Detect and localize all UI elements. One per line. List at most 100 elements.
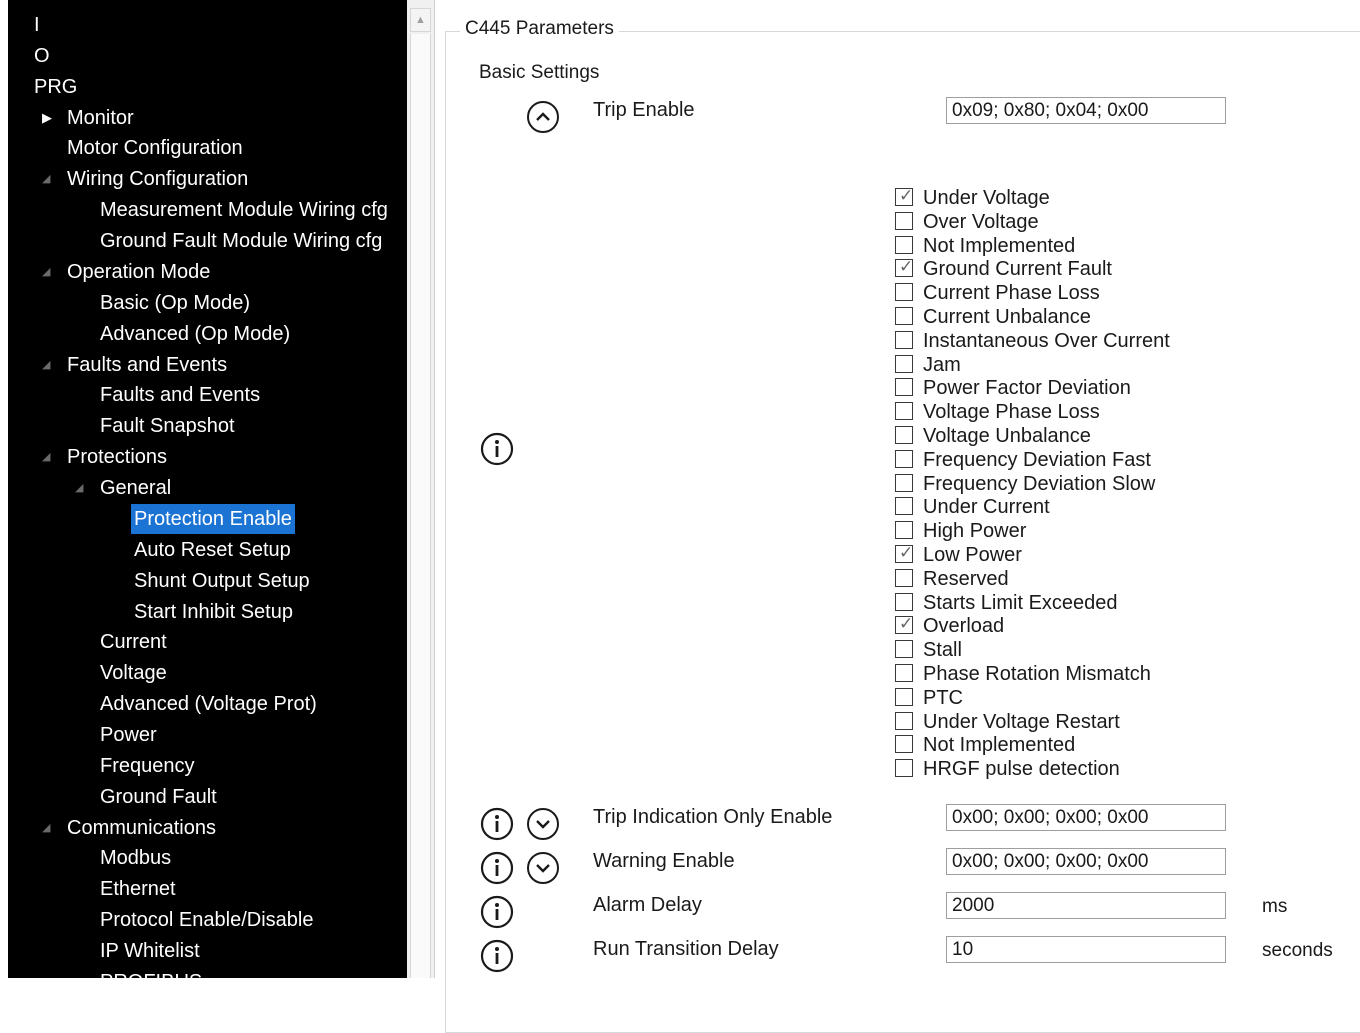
checkbox[interactable] <box>895 497 913 516</box>
tree-item-protections[interactable]: ◢ Protections <box>8 442 407 472</box>
tree-item-communications[interactable]: ◢ Communications <box>8 813 407 843</box>
trip-flag-checkbox-row[interactable]: Jam <box>893 353 1313 377</box>
checkbox[interactable] <box>895 330 913 349</box>
scrollbar-track[interactable] <box>410 34 431 978</box>
trip-flag-checkbox-row[interactable]: ✓ Overload <box>893 614 1313 638</box>
tree-item-modbus[interactable]: Modbus <box>8 843 407 873</box>
tree-item-prg[interactable]: PRG <box>8 72 407 102</box>
checkbox[interactable] <box>895 402 913 421</box>
checkbox[interactable] <box>895 283 913 302</box>
checkbox[interactable] <box>895 592 913 611</box>
tree-item-shunt-output-setup[interactable]: Shunt Output Setup <box>8 566 407 596</box>
checkbox[interactable] <box>895 378 913 397</box>
tree-item-operation-mode[interactable]: ◢ Operation Mode <box>8 257 407 287</box>
tree-item-measurement-module-wiring-cfg[interactable]: Measurement Module Wiring cfg <box>8 195 407 225</box>
tree-item-profibus[interactable]: PROFIBUS <box>8 967 407 978</box>
checkbox[interactable] <box>895 473 913 492</box>
collapse-arrow-icon[interactable]: ◢ <box>75 473 83 503</box>
info-circle-icon[interactable] <box>480 851 514 885</box>
trip-enable-field[interactable] <box>946 97 1226 124</box>
checkbox[interactable] <box>895 711 913 730</box>
tree-item-i[interactable]: I <box>8 10 407 40</box>
checkbox[interactable] <box>895 354 913 373</box>
tree-item-motor-configuration[interactable]: Motor Configuration <box>8 133 407 163</box>
trip-flag-checkbox-row[interactable]: HRGF pulse detection <box>893 757 1313 781</box>
collapse-arrow-icon[interactable]: ◢ <box>42 257 50 287</box>
chevron-down-circle-icon[interactable] <box>526 807 560 841</box>
chevron-up-circle-icon[interactable] <box>526 100 560 134</box>
trip-flag-checkbox-row[interactable]: High Power <box>893 519 1313 543</box>
trip-flag-checkbox-row[interactable]: Phase Rotation Mismatch <box>893 662 1313 686</box>
tree-item-advanced-op-mode[interactable]: Advanced (Op Mode) <box>8 319 407 349</box>
trip-flag-checkbox-row[interactable]: Frequency Deviation Fast <box>893 448 1313 472</box>
checkbox[interactable] <box>895 735 913 754</box>
trip-flag-checkbox-row[interactable]: ✓ Ground Current Fault <box>893 257 1313 281</box>
tree-item-protocol-enable-disable[interactable]: Protocol Enable/Disable <box>8 905 407 935</box>
tree-item-o[interactable]: O <box>8 41 407 71</box>
checkbox[interactable] <box>895 211 913 230</box>
collapse-arrow-icon[interactable]: ◢ <box>42 164 50 194</box>
trip-flag-checkbox-row[interactable]: Power Factor Deviation <box>893 376 1313 400</box>
tree-item-current[interactable]: Current <box>8 627 407 657</box>
checkbox[interactable]: ✓ <box>895 614 913 635</box>
tree-item-ethernet[interactable]: Ethernet <box>8 874 407 904</box>
checkbox[interactable] <box>895 568 913 587</box>
checkbox[interactable] <box>895 687 913 706</box>
expand-arrow-icon[interactable]: ▶ <box>42 103 52 133</box>
trip-flag-checkbox-row[interactable]: Over Voltage <box>893 210 1313 234</box>
trip-flag-checkbox-row[interactable]: Instantaneous Over Current <box>893 329 1313 353</box>
trip-flag-checkbox-row[interactable]: ✓ Low Power <box>893 543 1313 567</box>
trip-flag-checkbox-row[interactable]: Reserved <box>893 567 1313 591</box>
tree-item-wiring-configuration[interactable]: ◢ Wiring Configuration <box>8 164 407 194</box>
checkbox[interactable] <box>895 425 913 444</box>
tree-item-ip-whitelist[interactable]: IP Whitelist <box>8 936 407 966</box>
tree-item-faults-and-events[interactable]: ◢ Faults and Events <box>8 350 407 380</box>
trip-indication-field[interactable] <box>946 804 1226 831</box>
vertical-scrollbar[interactable]: ▲ <box>407 0 435 978</box>
checkbox[interactable]: ✓ <box>895 186 913 206</box>
trip-flag-checkbox-row[interactable]: Stall <box>893 638 1313 662</box>
tree-item-power[interactable]: Power <box>8 720 407 750</box>
checkbox[interactable] <box>895 235 913 254</box>
checkbox[interactable]: ✓ <box>895 257 913 278</box>
info-circle-icon[interactable] <box>480 432 514 466</box>
alarm-delay-field[interactable] <box>946 892 1226 919</box>
tree-item-ground-fault[interactable]: Ground Fault <box>8 782 407 812</box>
navigation-tree[interactable]: I O PRG ▶ Monitor Motor Configuration ◢ Wiring … <box>8 0 407 978</box>
trip-flag-checkbox-row[interactable]: Not Implemented <box>893 234 1313 258</box>
tree-item-fault-snapshot[interactable]: Fault Snapshot <box>8 411 407 441</box>
tree-item-basic-op-mode[interactable]: Basic (Op Mode) <box>8 288 407 318</box>
trip-flag-checkbox-row[interactable]: Voltage Phase Loss <box>893 400 1313 424</box>
collapse-arrow-icon[interactable]: ◢ <box>42 350 50 380</box>
checkbox[interactable] <box>895 663 913 682</box>
info-circle-icon[interactable] <box>480 895 514 929</box>
checkbox[interactable] <box>895 759 913 778</box>
checkbox[interactable] <box>895 449 913 468</box>
tree-item-protection-enable[interactable]: Protection Enable <box>8 503 407 534</box>
trip-flag-checkbox-row[interactable]: PTC <box>893 686 1313 710</box>
checkbox[interactable] <box>895 521 913 540</box>
chevron-down-circle-icon[interactable] <box>526 851 560 885</box>
checkbox[interactable] <box>895 306 913 325</box>
tree-item-advanced-voltage-prot[interactable]: Advanced (Voltage Prot) <box>8 689 407 719</box>
trip-flag-checkbox-row[interactable]: Starts Limit Exceeded <box>893 591 1313 615</box>
tree-item-voltage[interactable]: Voltage <box>8 658 407 688</box>
trip-flag-checkbox-row[interactable]: ✓ Under Voltage <box>893 186 1313 210</box>
run-transition-delay-field[interactable] <box>946 936 1226 963</box>
info-circle-icon[interactable] <box>480 939 514 973</box>
trip-flag-checkbox-row[interactable]: Current Phase Loss <box>893 281 1313 305</box>
trip-flag-checkbox-row[interactable]: Frequency Deviation Slow <box>893 472 1313 496</box>
tree-item-auto-reset-setup[interactable]: Auto Reset Setup <box>8 535 407 565</box>
info-circle-icon[interactable] <box>480 807 514 841</box>
warning-enable-field[interactable] <box>946 848 1226 875</box>
tree-item-general[interactable]: ◢ General <box>8 473 407 503</box>
collapse-arrow-icon[interactable]: ◢ <box>42 442 50 472</box>
tree-item-monitor[interactable]: ▶ Monitor <box>8 103 407 133</box>
tree-item-faults-and-events[interactable]: Faults and Events <box>8 380 407 410</box>
trip-flag-checkbox-row[interactable]: Current Unbalance <box>893 305 1313 329</box>
trip-flag-checkbox-row[interactable]: Under Voltage Restart <box>893 710 1313 734</box>
trip-flag-checkbox-row[interactable]: Voltage Unbalance <box>893 424 1313 448</box>
tree-item-frequency[interactable]: Frequency <box>8 751 407 781</box>
scroll-up-arrow-icon[interactable]: ▲ <box>410 8 431 32</box>
checkbox[interactable]: ✓ <box>895 543 913 563</box>
